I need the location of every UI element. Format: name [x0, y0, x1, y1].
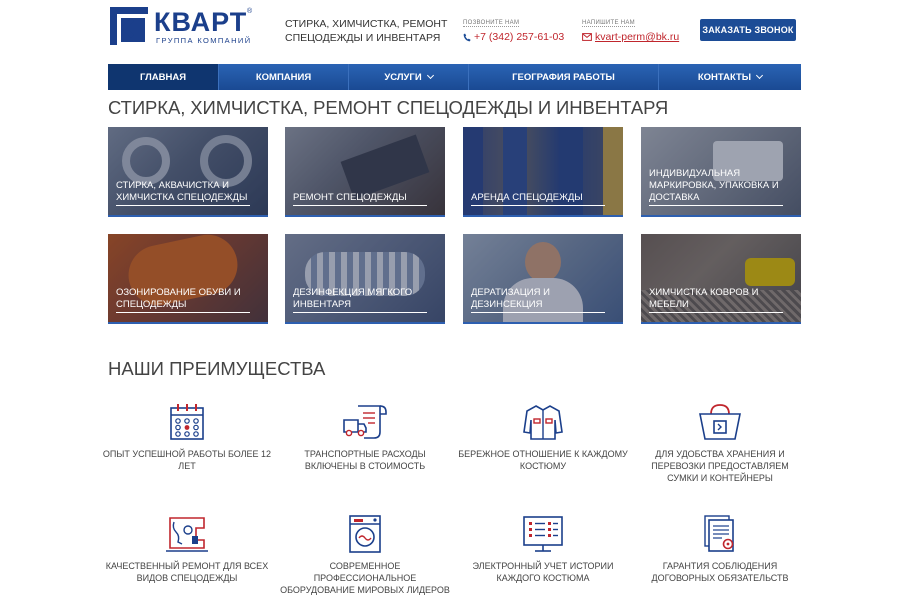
nav-item-label: ГЕОГРАФИЯ РАБОТЫ [512, 71, 615, 83]
phone-label: ПОЗВОНИТЕ НАМ [463, 20, 520, 27]
nav-item-label: УСЛУГИ [384, 71, 422, 83]
nav-item-contacts[interactable]: КОНТАКТЫ [659, 64, 801, 90]
main-navigation: ГЛАВНАЯ КОМПАНИЯ УСЛУГИ ГЕОГРАФИЯ РАБОТЫ… [108, 64, 801, 90]
nav-item-label: КОМПАНИЯ [255, 71, 312, 83]
service-tile-label: ХИМЧИСТКА КОВРОВ И МЕБЕЛИ [649, 287, 783, 313]
nav-item-company[interactable]: КОМПАНИЯ [219, 64, 349, 90]
advantage-item: БЕРЕЖНОЕ ОТНОШЕНИЕ К КАЖДОМУ КОСТЮМУ [458, 402, 628, 472]
service-tile-label: ДЕРАТИЗАЦИЯ И ДЕЗИНСЕКЦИЯ [471, 287, 605, 313]
service-tile-marking[interactable]: ИНДИВИДУАЛЬНАЯ МАРКИРОВКА, УПАКОВКА И ДО… [641, 127, 801, 217]
advantage-text: БЕРЕЖНОЕ ОТНОШЕНИЕ К КАЖДОМУ КОСТЮМУ [458, 449, 628, 471]
monitor-list-icon [523, 516, 563, 552]
service-tile-label: АРЕНДА СПЕЦОДЕЖДЫ [471, 192, 605, 206]
services-heading: СТИРКА, ХИМЧИСТКА, РЕМОНТ СПЕЦОДЕЖДЫ И И… [108, 97, 669, 118]
advantage-item: ОПЫТ УСПЕШНОЙ РАБОТЫ БОЛЕЕ 12 ЛЕТ [102, 402, 272, 472]
logo-subtitle: ГРУППА КОМПАНИЙ [156, 36, 252, 45]
chevron-down-icon [756, 71, 764, 80]
service-tile-label: СТИРКА, АКВАЧИСТКА И ХИМЧИСТКА СПЕЦОДЕЖД… [116, 180, 250, 206]
phone-number: +7 (342) 257-61-03 [474, 31, 565, 43]
delivery-truck-icon [343, 405, 387, 439]
company-logo[interactable]: КВАРТ ® ГРУППА КОМПАНИЙ [110, 7, 253, 46]
advantage-item: ТРАНСПОРТНЫЕ РАСХОДЫ ВКЛЮЧЕНЫ В СТОИМОСТ… [280, 402, 450, 472]
advantage-text: ДЛЯ УДОБСТВА ХРАНЕНИЯ И ПЕРЕВОЗКИ ПРЕДОС… [651, 449, 789, 483]
nav-item-label: КОНТАКТЫ [697, 71, 752, 83]
advantages-heading: НАШИ ПРЕИМУЩЕСТВА [108, 358, 326, 379]
nav-item-services[interactable]: УСЛУГИ [349, 64, 469, 90]
order-callback-button[interactable]: ЗАКАЗАТЬ ЗВОНОК [700, 19, 796, 41]
service-tile-label: ДЕЗИНФЕКЦИЯ МЯГКОГО ИНВЕНТАРЯ [293, 287, 427, 313]
workwear-jacket-icon [523, 405, 563, 440]
service-tile-label: ОЗОНИРОВАНИЕ ОБУВИ И СПЕЦОДЕЖДЫ [116, 287, 250, 313]
nav-item-home[interactable]: ГЛАВНАЯ [108, 64, 219, 90]
service-tile-label: ИНДИВИДУАЛЬНАЯ МАРКИРОВКА, УПАКОВКА И ДО… [649, 168, 783, 206]
service-tile-ozonation[interactable]: ОЗОНИРОВАНИЕ ОБУВИ И СПЕЦОДЕЖДЫ [108, 234, 268, 324]
advantage-text: ГАРАНТИЯ СОБЛЮДЕНИЯ ДОГОВОРНЫХ ОБЯЗАТЕЛЬ… [651, 561, 789, 583]
advantage-item: СОВРЕМЕННОЕ ПРОФЕССИОНАЛЬНОЕ ОБОРУДОВАНИ… [280, 514, 450, 596]
phone-link[interactable]: +7 (342) 257-61-03 [463, 31, 564, 43]
advantage-item: ДЛЯ УДОБСТВА ХРАНЕНИЯ И ПЕРЕВОЗКИ ПРЕДОС… [635, 402, 805, 484]
email-address: kvart-perm@bk.ru [595, 31, 680, 43]
nav-item-geography[interactable]: ГЕОГРАФИЯ РАБОТЫ [469, 64, 659, 90]
calendar-icon [170, 404, 204, 440]
sewing-machine-icon [166, 517, 208, 552]
logo-mark-icon [110, 7, 149, 46]
advantage-item: ГАРАНТИЯ СОБЛЮДЕНИЯ ДОГОВОРНЫХ ОБЯЗАТЕЛЬ… [635, 514, 805, 584]
nav-item-label: ГЛАВНАЯ [139, 71, 187, 83]
service-tile-label: РЕМОНТ СПЕЦОДЕЖДЫ [293, 192, 427, 206]
service-tile-pest-control[interactable]: ДЕРАТИЗАЦИЯ И ДЕЗИНСЕКЦИЯ [463, 234, 623, 324]
service-tile-carpet-cleaning[interactable]: ХИМЧИСТКА КОВРОВ И МЕБЕЛИ [641, 234, 801, 324]
washing-machine-icon [349, 515, 381, 553]
advantage-item: КАЧЕСТВЕННЫЙ РЕМОНТ ДЛЯ ВСЕХ ВИДОВ СПЕЦО… [102, 514, 272, 584]
service-tile-washing[interactable]: СТИРКА, АКВАЧИСТКА И ХИМЧИСТКА СПЕЦОДЕЖД… [108, 127, 268, 217]
advantage-item: ЭЛЕКТРОННЫЙ УЧЕТ ИСТОРИИ КАЖДОГО КОСТЮМА [458, 514, 628, 584]
service-tile-rental[interactable]: АРЕНДА СПЕЦОДЕЖДЫ [463, 127, 623, 217]
header-tagline: СТИРКА, ХИМЧИСТКА, РЕМОНТ СПЕЦОДЕЖДЫ И И… [285, 18, 448, 44]
envelope-icon [582, 33, 592, 42]
chevron-down-icon [426, 71, 434, 80]
advantage-text: ЭЛЕКТРОННЫЙ УЧЕТ ИСТОРИИ КАЖДОГО КОСТЮМА [472, 561, 614, 583]
advantage-text: ОПЫТ УСПЕШНОЙ РАБОТЫ БОЛЕЕ 12 ЛЕТ [102, 449, 272, 471]
branded-bag-icon [699, 404, 741, 440]
email-label: НАПИШИТЕ НАМ [582, 20, 635, 27]
service-tile-repair[interactable]: РЕМОНТ СПЕЦОДЕЖДЫ [285, 127, 445, 217]
advantage-text: СОВРЕМЕННОЕ ПРОФЕССИОНАЛЬНОЕ ОБОРУДОВАНИ… [280, 561, 450, 595]
phone-icon [463, 33, 471, 42]
contract-document-icon [704, 515, 734, 552]
logo-wordmark: КВАРТ [154, 7, 248, 37]
advantage-text: КАЧЕСТВЕННЫЙ РЕМОНТ ДЛЯ ВСЕХ ВИДОВ СПЕЦО… [105, 561, 269, 583]
service-tile-disinfection[interactable]: ДЕЗИНФЕКЦИЯ МЯГКОГО ИНВЕНТАРЯ [285, 234, 445, 324]
advantage-text: ТРАНСПОРТНЫЕ РАСХОДЫ ВКЛЮЧЕНЫ В СТОИМОСТ… [304, 449, 426, 471]
logo-registered-mark: ® [247, 8, 253, 15]
email-link[interactable]: kvart-perm@bk.ru [582, 31, 679, 43]
